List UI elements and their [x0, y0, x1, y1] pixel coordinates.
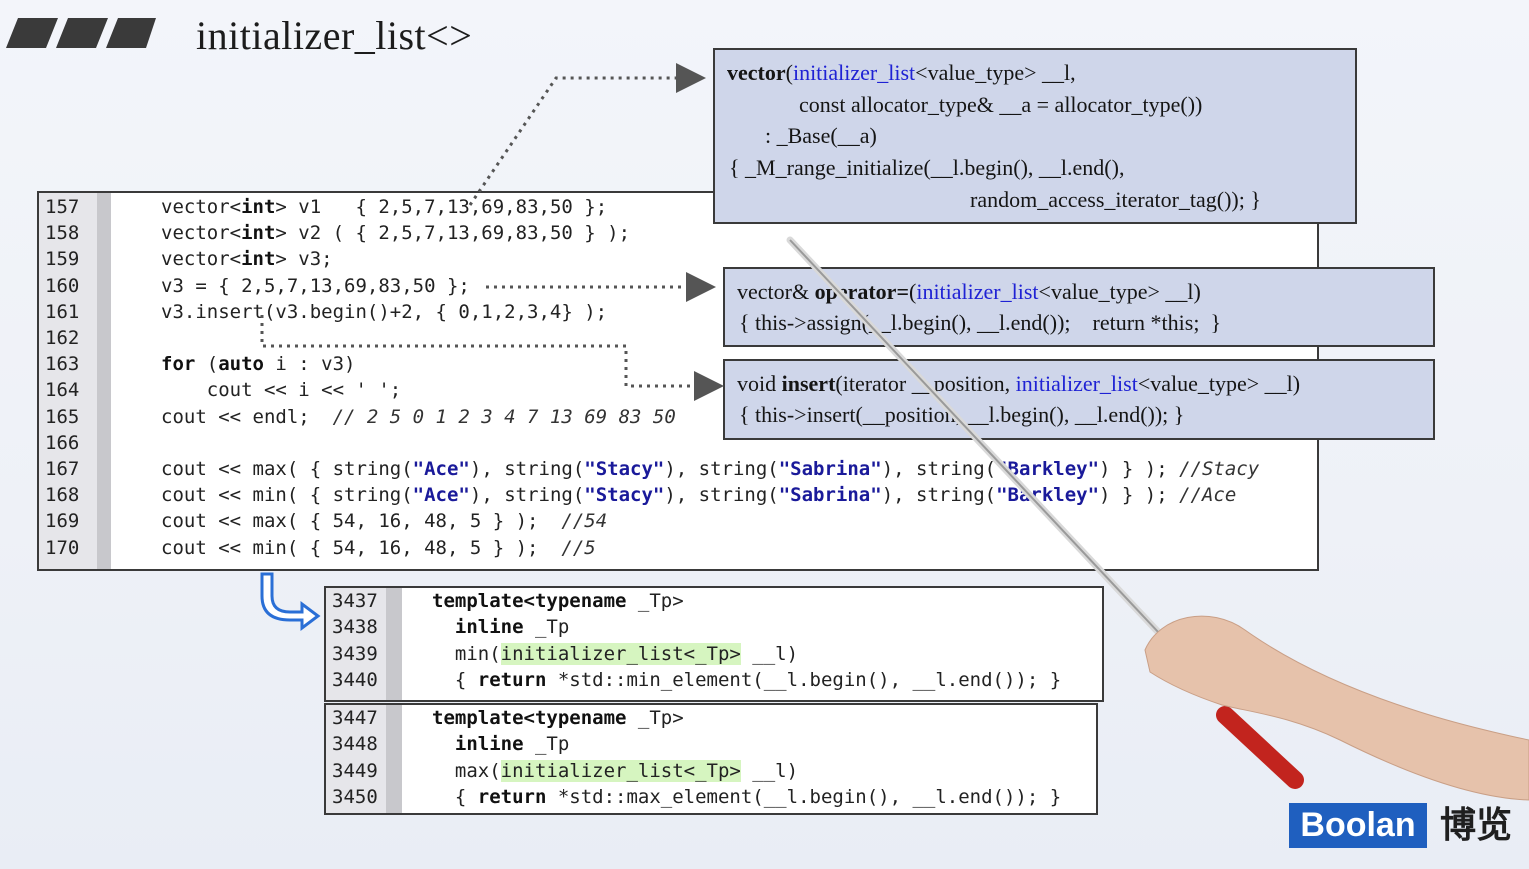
connector-arrows-overlay	[260, 63, 1529, 801]
presenter-hand	[1144, 615, 1529, 801]
dotted-arrow-to-insert	[260, 315, 724, 401]
boolan-logo-chinese: 博览	[1440, 805, 1513, 846]
pointer-handle	[1216, 706, 1304, 789]
dotted-arrow-to-constructor	[468, 63, 706, 206]
curved-arrow-to-templates	[260, 572, 321, 631]
boolan-logo: Boolan	[1289, 803, 1427, 848]
